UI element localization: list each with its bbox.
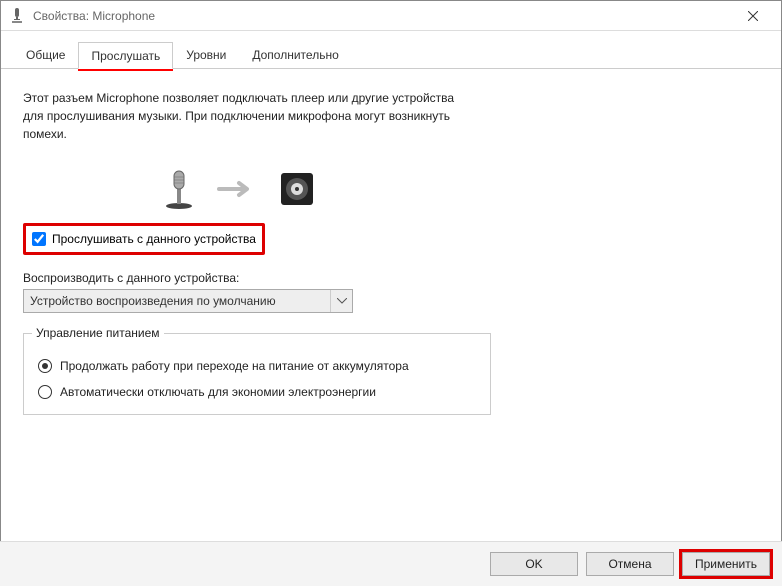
apply-button[interactable]: Применить (682, 552, 770, 576)
playback-device-selected: Устройство воспроизведения по умолчанию (30, 294, 276, 308)
illustration-row (23, 163, 759, 223)
microphone-device-icon (163, 169, 195, 209)
cancel-button[interactable]: Отмена (586, 552, 674, 576)
dialog-buttons: OK Отмена Применить (0, 541, 782, 586)
radio-input-continue[interactable] (38, 359, 52, 373)
playback-device-select[interactable]: Устройство воспроизведения по умолчанию (23, 289, 353, 313)
tab-levels[interactable]: Уровни (173, 41, 239, 68)
radio-label-continue: Продолжать работу при переходе на питани… (60, 358, 409, 374)
tab-advanced[interactable]: Дополнительно (239, 41, 351, 68)
radio-continue-on-battery[interactable]: Продолжать работу при переходе на питани… (38, 358, 476, 374)
radio-label-auto-off: Автоматически отключать для экономии эле… (60, 384, 376, 400)
titlebar: Свойства: Microphone (1, 1, 781, 31)
chevron-down-icon (330, 290, 352, 312)
tab-listen[interactable]: Прослушать (78, 42, 173, 69)
tab-bar: Общие Прослушать Уровни Дополнительно (1, 31, 781, 69)
radio-input-auto-off[interactable] (38, 385, 52, 399)
listen-checkbox-label: Прослушивать с данного устройства (52, 232, 256, 246)
tab-content: Этот разъем Microphone позволяет подключ… (1, 69, 781, 435)
window-title: Свойства: Microphone (33, 9, 733, 23)
properties-window: Свойства: Microphone Общие Прослушать Ур… (0, 0, 782, 586)
power-management-legend: Управление питанием (32, 326, 164, 340)
listen-checkbox-row[interactable]: Прослушивать с данного устройства (23, 223, 265, 255)
radio-auto-disable[interactable]: Автоматически отключать для экономии эле… (38, 384, 476, 400)
playback-through-label: Воспроизводить с данного устройства: (23, 271, 759, 285)
arrow-icon (217, 179, 257, 199)
close-button[interactable] (733, 2, 773, 30)
microphone-icon (9, 8, 25, 24)
listen-checkbox[interactable] (32, 232, 46, 246)
ok-button[interactable]: OK (490, 552, 578, 576)
tab-general[interactable]: Общие (13, 41, 78, 68)
speaker-device-icon (279, 171, 315, 207)
description-text: Этот разъем Microphone позволяет подключ… (23, 89, 463, 143)
power-management-group: Управление питанием Продолжать работу пр… (23, 333, 491, 415)
